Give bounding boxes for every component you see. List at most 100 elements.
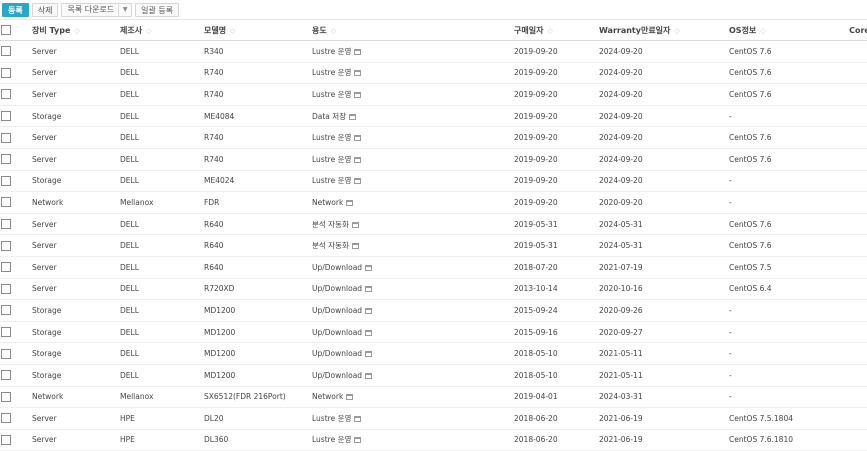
cell-maker: DELL <box>120 284 139 294</box>
table-row[interactable]: Server HPE DL20 Lustre 운영 2018-06-20 2021-06-… <box>0 408 867 430</box>
cell-os: - <box>729 305 732 315</box>
col-core[interactable]: Core 합 <box>826 20 867 41</box>
row-checkbox[interactable] <box>1 67 11 78</box>
download-list-button[interactable]: 목록 다운로드 ▼ <box>61 2 133 17</box>
sort-icon[interactable]: ◇ <box>74 27 79 35</box>
sort-icon[interactable]: ◇ <box>547 27 552 35</box>
memo-icon[interactable] <box>354 135 362 142</box>
cell-type: Server <box>32 154 57 164</box>
memo-icon[interactable] <box>365 372 373 379</box>
row-checkbox[interactable] <box>1 283 11 294</box>
row-select-cell <box>0 408 32 430</box>
row-checkbox[interactable] <box>1 132 11 143</box>
bulk-register-button[interactable]: 일괄 등록 <box>135 2 180 17</box>
table-row[interactable]: Storage DELL MD1200 Up/Download 2018-05-10 20… <box>0 364 867 386</box>
memo-icon[interactable] <box>351 221 359 228</box>
memo-icon[interactable] <box>354 178 362 185</box>
table-row[interactable]: Storage DELL ME4084 Data 저장 2019-09-20 2024-0… <box>0 105 867 127</box>
col-purpose[interactable]: 용도 ◇ <box>312 20 514 41</box>
row-checkbox[interactable] <box>1 305 11 316</box>
row-checkbox[interactable] <box>1 391 11 402</box>
memo-icon[interactable] <box>349 113 357 120</box>
col-warranty-date[interactable]: Warranty만료일자 ◇ <box>599 20 729 41</box>
cell-purpose: Up/Download <box>312 364 514 386</box>
memo-icon[interactable] <box>365 307 373 314</box>
sort-icon[interactable]: ◇ <box>331 27 336 35</box>
col-purchase-date[interactable]: 구매일자 ◇ <box>514 20 599 41</box>
memo-icon[interactable] <box>354 70 362 77</box>
table-row[interactable]: Server DELL R720XD Up/Download 2013-10-14 202… <box>0 278 867 300</box>
row-checkbox[interactable] <box>1 240 11 251</box>
table-row[interactable]: Storage DELL MD1200 Up/Download 2018-05-10 20… <box>0 343 867 365</box>
memo-icon[interactable] <box>354 156 362 163</box>
row-checkbox[interactable] <box>1 348 11 359</box>
cell-type: Storage <box>32 370 62 380</box>
table-row[interactable]: Server DELL R740 Lustre 운영 2019-09-20 2024-09… <box>0 62 867 84</box>
table-row[interactable]: Network Mellanox SX6512(FDR 216Port) Networ… <box>0 386 867 408</box>
row-checkbox[interactable] <box>1 197 11 208</box>
delete-button[interactable]: 삭제 <box>31 2 59 17</box>
cell-type: Storage <box>32 176 62 186</box>
memo-icon[interactable] <box>365 351 373 358</box>
memo-icon[interactable] <box>351 243 359 250</box>
memo-icon[interactable] <box>354 91 362 98</box>
memo-icon[interactable] <box>354 437 362 444</box>
table-row[interactable]: Server DELL R640 Up/Download 2018-07-20 2021-… <box>0 256 867 279</box>
cell-maker: DELL <box>120 46 139 56</box>
row-checkbox[interactable] <box>1 262 11 273</box>
table-row[interactable]: Server HPE DL360 Lustre 운영 2018-06-20 2021-06… <box>0 429 867 451</box>
memo-icon[interactable] <box>365 286 373 293</box>
row-checkbox[interactable] <box>1 175 11 186</box>
row-checkbox[interactable] <box>1 154 11 165</box>
row-checkbox[interactable] <box>1 89 11 100</box>
sort-icon[interactable]: ◇ <box>146 27 151 35</box>
col-label: 구매일자 <box>514 25 544 35</box>
table-row[interactable]: Storage DELL MD1200 Up/Download 2015-09-24 20… <box>0 300 867 322</box>
memo-icon[interactable] <box>365 329 373 336</box>
memo-icon[interactable] <box>346 394 354 401</box>
register-button[interactable]: 등록 <box>2 2 29 17</box>
memo-icon[interactable] <box>365 264 373 271</box>
table-row[interactable]: Server DELL R640 분석 자동화 2019-05-31 2024-05-31… <box>0 213 867 235</box>
cell-core <box>826 343 867 365</box>
table-row[interactable]: Server DELL R740 Lustre 운영 2019-09-20 2024-09… <box>0 84 867 106</box>
table-row[interactable]: Server DELL R640 분석 자동화 2019-05-31 2024-05-31… <box>0 235 867 257</box>
col-os[interactable]: OS정보 ◇ <box>729 20 826 41</box>
sort-icon[interactable]: ◇ <box>760 27 765 35</box>
table-row[interactable]: Server DELL R340 Lustre 운영 2019-09-20 2024-09… <box>0 41 867 63</box>
table-row[interactable]: Storage DELL ME4024 Lustre 운영 2019-09-20 2024… <box>0 170 867 192</box>
table-row[interactable]: Network Mellanox FDR Network 2019-09-20 2020-… <box>0 192 867 214</box>
row-checkbox[interactable] <box>1 219 11 230</box>
col-maker[interactable]: 제조사 ◇ <box>120 20 204 41</box>
memo-icon[interactable] <box>346 199 354 206</box>
row-select-cell <box>0 105 32 127</box>
cell-model: DL360 <box>204 435 229 445</box>
cell-purchase-date: 2019-04-01 <box>514 392 558 402</box>
row-checkbox[interactable] <box>1 434 11 445</box>
col-type[interactable]: 장비 Type ◇ <box>32 20 120 41</box>
row-checkbox[interactable] <box>1 46 11 57</box>
cell-purpose: Lustre 운영 <box>312 127 514 149</box>
cell-warranty-date: 2024-09-20 <box>599 154 643 164</box>
table-row[interactable]: Storage DELL MD1200 Up/Download 2015-09-16 20… <box>0 321 867 343</box>
cell-warranty-date: 2020-10-16 <box>599 284 643 294</box>
memo-icon[interactable] <box>354 415 362 422</box>
row-checkbox[interactable] <box>1 327 11 338</box>
table-row[interactable]: Server DELL R740 Lustre 운영 2019-09-20 2024-09… <box>0 148 867 171</box>
cell-purchase-date: 2018-05-10 <box>514 349 558 359</box>
table-row[interactable]: Server DELL R740 Lustre 운영 2019-09-20 2024-09… <box>0 127 867 149</box>
purpose-text: Network <box>312 197 344 207</box>
cell-type: Server <box>32 435 57 445</box>
select-all-cell <box>0 20 32 41</box>
row-select-cell <box>0 300 32 322</box>
memo-icon[interactable] <box>354 48 362 55</box>
row-checkbox[interactable] <box>1 413 11 424</box>
select-all-checkbox[interactable] <box>1 25 11 35</box>
sort-icon[interactable]: ◇ <box>230 27 235 35</box>
sort-icon[interactable]: ◇ <box>674 27 679 35</box>
chevron-down-icon[interactable]: ▼ <box>118 3 131 16</box>
cell-maker: DELL <box>120 349 139 359</box>
row-checkbox[interactable] <box>1 111 11 122</box>
row-checkbox[interactable] <box>1 370 11 381</box>
col-model[interactable]: 모델명 ◇ <box>204 20 312 41</box>
